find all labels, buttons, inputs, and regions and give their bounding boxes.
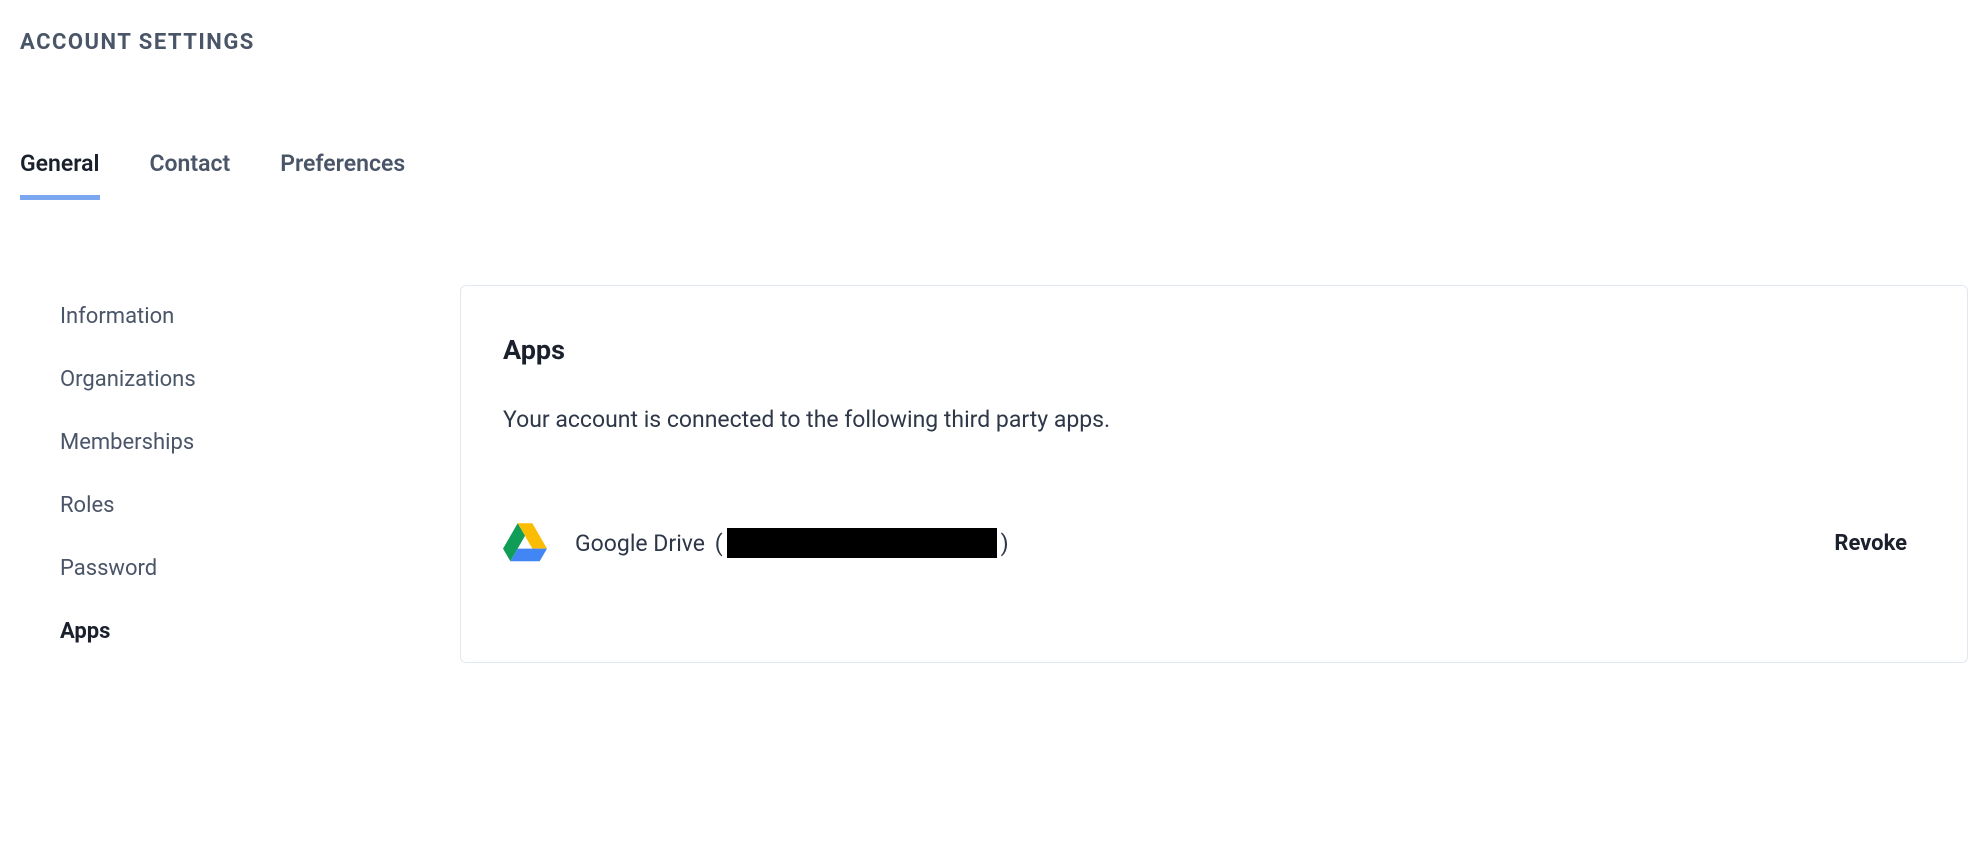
- app-row: Google Drive ( ) Revoke: [503, 523, 1925, 563]
- sidebar-item-information[interactable]: Information: [60, 285, 420, 348]
- sidebar-item-roles[interactable]: Roles: [60, 474, 420, 537]
- tabs: General Contact Preferences: [20, 150, 1968, 200]
- app-name-group: Google Drive ( ): [575, 528, 1009, 558]
- sidebar-item-apps[interactable]: Apps: [60, 600, 420, 663]
- revoke-button[interactable]: Revoke: [1834, 531, 1925, 556]
- google-drive-icon: [503, 523, 547, 563]
- app-name: Google Drive: [575, 530, 705, 557]
- panel-title: Apps: [503, 334, 1925, 366]
- sidebar-item-organizations[interactable]: Organizations: [60, 348, 420, 411]
- apps-panel: Apps Your account is connected to the fo…: [460, 285, 1968, 663]
- page-title: ACCOUNT SETTINGS: [20, 30, 1968, 55]
- sidebar-item-password[interactable]: Password: [60, 537, 420, 600]
- open-paren: (: [709, 530, 723, 557]
- tab-preferences[interactable]: Preferences: [280, 150, 405, 200]
- close-paren: ): [1001, 530, 1009, 557]
- content-wrapper: Information Organizations Memberships Ro…: [20, 285, 1968, 663]
- sidebar: Information Organizations Memberships Ro…: [60, 285, 420, 663]
- tab-general[interactable]: General: [20, 150, 100, 200]
- sidebar-item-memberships[interactable]: Memberships: [60, 411, 420, 474]
- tab-contact[interactable]: Contact: [150, 150, 231, 200]
- panel-description: Your account is connected to the followi…: [503, 406, 1925, 433]
- app-account-redacted: [727, 528, 997, 558]
